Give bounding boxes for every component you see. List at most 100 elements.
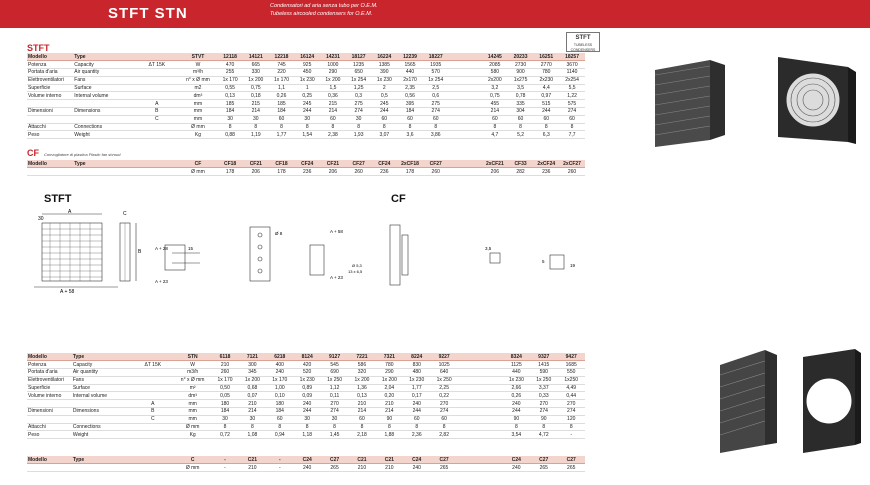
table-cell: 1,08 <box>238 430 267 440</box>
table-cell: CF18 <box>217 160 243 169</box>
table-cell: 0,78 <box>507 91 534 101</box>
table-cell: 0,05 <box>211 391 239 401</box>
table-cell: 4,7 <box>482 130 508 140</box>
table-cell <box>27 99 74 109</box>
table-cell: 1,1 <box>268 84 295 93</box>
table-cell: 4,72 <box>530 430 558 440</box>
dim-cf-a23: A + 23 <box>330 275 343 280</box>
table-cell: 6,3 <box>533 130 560 140</box>
table-cell: Dimensions <box>73 107 135 116</box>
table-cell: 0,97 <box>533 91 560 101</box>
table-cell: Type <box>73 160 135 169</box>
table-cell: 2xCF24 <box>533 160 560 169</box>
table-cell: 210 <box>211 360 239 370</box>
table-cell: 545 <box>320 360 349 370</box>
table-row: Ø mm -210-240 265 210 210 240 265 240 265 265 <box>27 463 585 473</box>
table-cell: 215 <box>320 99 346 109</box>
table-cell: 60 <box>397 115 423 124</box>
table-cell: 8324 <box>502 353 531 362</box>
table-cell: 3,86 <box>422 130 449 140</box>
table-cell: - <box>211 463 239 473</box>
table-cell: 900 <box>507 68 534 77</box>
subtitle-it: Condensatori ad aria senza tubo per O.E.… <box>270 3 378 9</box>
table-cell: 2,38 <box>320 130 346 140</box>
table-row: Portata d'aria Air quantity m3/h 260 345 240 5… <box>27 368 585 377</box>
table-cell: 265 <box>557 463 585 473</box>
table-cell: 8 <box>397 123 423 132</box>
cf-drawing-label: CF <box>391 193 406 205</box>
table-cell: 184 <box>217 107 243 116</box>
table-cell: 520 <box>293 368 321 377</box>
table-cell <box>134 84 179 93</box>
table-cell: 16251 <box>533 53 560 62</box>
table-cell: 420 <box>293 360 321 370</box>
table-cell: 1140 <box>559 68 585 77</box>
stn-condenser-photo <box>719 350 777 453</box>
table-cell: C <box>131 415 174 424</box>
table-cell: mm <box>178 107 218 116</box>
table-cell: 390 <box>371 68 398 77</box>
table-cell <box>134 123 179 132</box>
table-cell: 275 <box>422 99 449 109</box>
table-cell: 9327 <box>530 353 558 362</box>
table-cell: 1,77 <box>403 384 431 393</box>
table-cell <box>27 115 74 124</box>
table-cell: B <box>131 407 174 416</box>
table-cell: 30 <box>217 115 243 124</box>
table-cell <box>448 99 482 109</box>
table-cell: 2x200 <box>482 76 508 85</box>
table-row: Dimensioni Dimensions Bmm 184 214 184 244 274 21… <box>27 407 585 416</box>
side-view-drawing <box>119 222 137 282</box>
table-cell: Modello <box>27 456 72 465</box>
table-cell: 5,5 <box>559 84 585 93</box>
table-cell: 1x 230 <box>403 376 431 385</box>
table-cell: C27 <box>320 456 349 465</box>
table-cell: m³/h <box>178 68 218 77</box>
table-cell: 14245 <box>482 53 508 62</box>
table-cell: 0,44 <box>557 391 585 401</box>
table-cell: 450 <box>294 68 321 77</box>
table-cell: 178 <box>268 167 295 177</box>
table-cell: 3,2 <box>482 84 508 93</box>
table-cell: Type <box>71 456 132 465</box>
table-cell: Elettroventilatori <box>27 376 72 385</box>
table-cell: 30 <box>293 415 321 424</box>
table-cell <box>131 463 174 473</box>
table-cell: Portata d'aria <box>27 368 72 377</box>
table-cell: 60 <box>266 415 294 424</box>
table-cell: Surface <box>71 384 132 393</box>
table-cell: 282 <box>507 167 534 177</box>
table-cell: 120 <box>557 415 585 424</box>
table-cell: 60 <box>320 115 346 124</box>
table-cell <box>448 107 482 116</box>
table-cell: 274 <box>345 107 372 116</box>
table-row: Volume interno Internal volume dm³ 0,13 0,18… <box>27 91 585 101</box>
table-row: Potenza Capacity ΔT 15K W 470 665 745 925 1000 12… <box>27 60 585 70</box>
table-cell: C21 <box>375 456 404 465</box>
table-cell: 244 <box>371 107 398 116</box>
table-row: Portata d'aria Air quantity m³/h 255 330 220 4… <box>27 68 585 77</box>
table-cell: Superficie <box>27 384 72 393</box>
table-cell: 3,07 <box>371 130 398 140</box>
table-cell: 1 <box>294 84 321 93</box>
table-cell: Capacity <box>73 60 135 70</box>
table-cell: 90 <box>375 415 404 424</box>
table-cell: 184 <box>397 107 423 116</box>
shroud-drawing <box>389 224 565 286</box>
table-cell: 2,36 <box>403 430 431 440</box>
table-cell: 1x 250 <box>430 376 458 385</box>
table-cell: Superficie <box>27 84 74 93</box>
table-cell: 395 <box>397 99 423 109</box>
table-cell: 1025 <box>430 360 458 370</box>
table-cell: 2,5 <box>422 84 449 93</box>
table-cell: 18257 <box>559 53 585 62</box>
table-cell: Ø mm <box>178 167 218 177</box>
table-cell <box>131 430 174 440</box>
table-cell: 244 <box>502 407 531 416</box>
table-cell: 5,2 <box>507 130 534 140</box>
table-cell: 400 <box>266 360 294 370</box>
table-cell: 1415 <box>530 360 558 370</box>
table-cell: 210 <box>238 463 267 473</box>
table-cell: 925 <box>294 60 321 70</box>
dim-d8: Ø 8 <box>275 231 283 236</box>
